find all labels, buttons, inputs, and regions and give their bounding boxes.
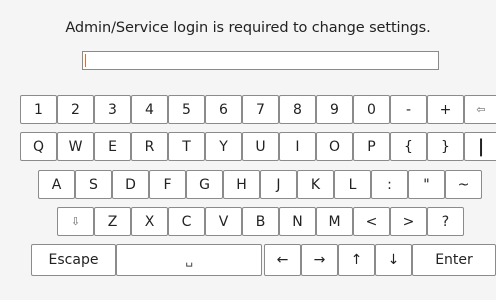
- key-tilde[interactable]: ~: [445, 170, 482, 199]
- key-l[interactable]: L: [334, 170, 371, 199]
- key-plus[interactable]: +: [427, 95, 464, 124]
- login-required-message: Admin/Service login is required to chang…: [65, 20, 431, 36]
- key-i[interactable]: I: [279, 132, 316, 161]
- shift-key[interactable]: ⇩: [57, 207, 94, 236]
- key-4[interactable]: 4: [131, 95, 168, 124]
- key-pipe[interactable]: |: [464, 132, 496, 161]
- enter-key[interactable]: Enter: [412, 244, 496, 276]
- key-u[interactable]: U: [242, 132, 279, 161]
- text-caret: [85, 54, 86, 67]
- key-9[interactable]: 9: [316, 95, 353, 124]
- key-v[interactable]: V: [205, 207, 242, 236]
- arrow-right-key[interactable]: →: [301, 244, 338, 276]
- key-3[interactable]: 3: [94, 95, 131, 124]
- key-t[interactable]: T: [168, 132, 205, 161]
- key-o[interactable]: O: [316, 132, 353, 161]
- key-e[interactable]: E: [94, 132, 131, 161]
- password-input[interactable]: [82, 51, 439, 70]
- key-c[interactable]: C: [168, 207, 205, 236]
- key-w[interactable]: W: [57, 132, 94, 161]
- key-k[interactable]: K: [297, 170, 334, 199]
- key-0[interactable]: 0: [353, 95, 390, 124]
- key-greater-than[interactable]: >: [390, 207, 427, 236]
- key-minus[interactable]: -: [390, 95, 427, 124]
- key-d[interactable]: D: [112, 170, 149, 199]
- key-x[interactable]: X: [131, 207, 168, 236]
- key-double-quote[interactable]: ": [408, 170, 445, 199]
- key-6[interactable]: 6: [205, 95, 242, 124]
- key-question[interactable]: ?: [427, 207, 464, 236]
- key-r[interactable]: R: [131, 132, 168, 161]
- key-n[interactable]: N: [279, 207, 316, 236]
- key-a[interactable]: A: [38, 170, 75, 199]
- backspace-key[interactable]: ⇦: [464, 95, 496, 124]
- space-key[interactable]: ␣: [116, 244, 262, 276]
- key-g[interactable]: G: [186, 170, 223, 199]
- key-less-than[interactable]: <: [353, 207, 390, 236]
- key-2[interactable]: 2: [57, 95, 94, 124]
- key-f[interactable]: F: [149, 170, 186, 199]
- arrow-down-key[interactable]: ↓: [375, 244, 412, 276]
- key-5[interactable]: 5: [168, 95, 205, 124]
- key-p[interactable]: P: [353, 132, 390, 161]
- key-q[interactable]: Q: [20, 132, 57, 161]
- key-7[interactable]: 7: [242, 95, 279, 124]
- arrow-left-key[interactable]: ←: [264, 244, 301, 276]
- key-h[interactable]: H: [223, 170, 260, 199]
- key-colon[interactable]: :: [371, 170, 408, 199]
- key-b[interactable]: B: [242, 207, 279, 236]
- key-z[interactable]: Z: [94, 207, 131, 236]
- key-j[interactable]: J: [260, 170, 297, 199]
- key-right-brace[interactable]: }: [427, 132, 464, 161]
- key-m[interactable]: M: [316, 207, 353, 236]
- escape-key[interactable]: Escape: [31, 244, 116, 276]
- key-1[interactable]: 1: [20, 95, 57, 124]
- key-8[interactable]: 8: [279, 95, 316, 124]
- key-left-brace[interactable]: {: [390, 132, 427, 161]
- arrow-up-key[interactable]: ↑: [338, 244, 375, 276]
- key-s[interactable]: S: [75, 170, 112, 199]
- key-y[interactable]: Y: [205, 132, 242, 161]
